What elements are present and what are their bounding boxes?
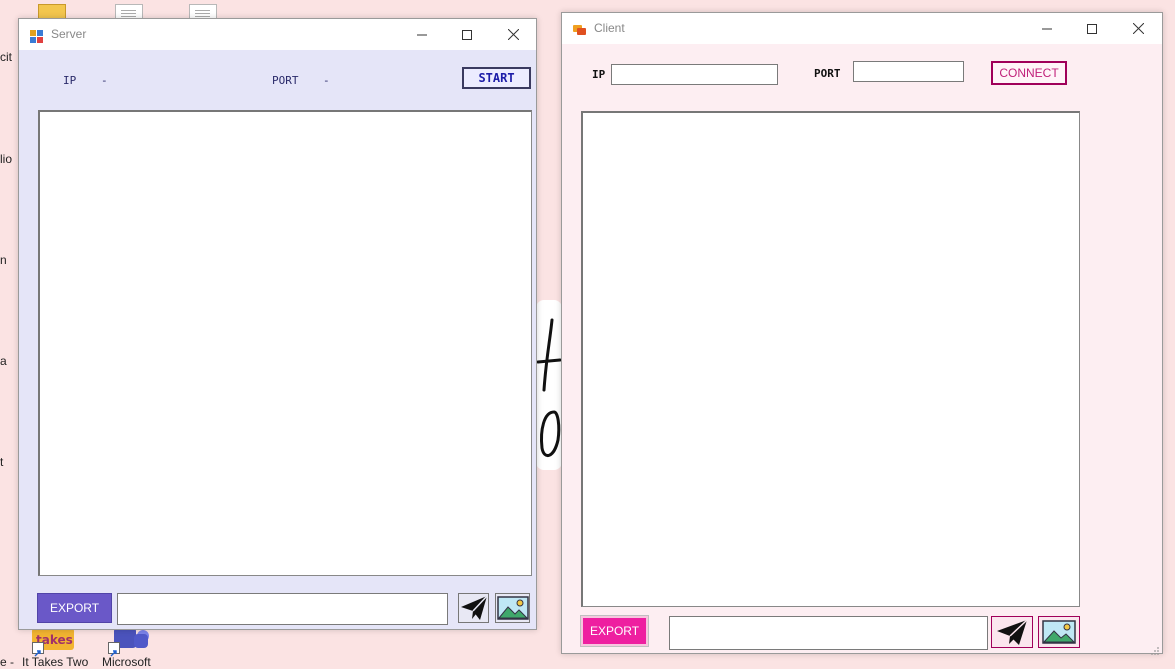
- desktop-edge-label[interactable]: lio: [0, 152, 12, 166]
- desktop-edge-label[interactable]: a: [0, 354, 7, 368]
- window-title: Client: [594, 21, 625, 35]
- message-input[interactable]: [117, 593, 448, 625]
- client-titlebar[interactable]: Client: [562, 13, 1162, 44]
- message-input[interactable]: [669, 616, 988, 650]
- port-label: PORT: [814, 67, 841, 80]
- image-button[interactable]: [495, 593, 530, 623]
- window-title: Server: [51, 27, 87, 41]
- wallpaper-fragment: [536, 300, 562, 470]
- port-label: PORT: [272, 74, 299, 87]
- message-log[interactable]: [38, 110, 532, 576]
- shortcut-arrow-icon: [32, 642, 44, 657]
- close-button[interactable]: [490, 19, 536, 50]
- ip-value: -: [101, 74, 108, 87]
- maximize-icon: [1087, 23, 1097, 34]
- ip-input[interactable]: [611, 64, 778, 85]
- port-input[interactable]: [853, 61, 964, 82]
- message-log[interactable]: [581, 111, 1080, 607]
- minimize-icon: [1042, 28, 1052, 29]
- paper-plane-icon: [460, 595, 488, 620]
- it-takes-two-shortcut[interactable]: takes It Takes Two: [22, 628, 88, 669]
- server-titlebar[interactable]: Server: [19, 19, 536, 50]
- close-button[interactable]: [1115, 13, 1161, 44]
- shortcut-arrow-icon: [108, 642, 120, 657]
- minimize-icon: [417, 34, 427, 35]
- maximize-icon: [462, 29, 472, 40]
- resize-grip-icon[interactable]: [1150, 641, 1160, 655]
- desktop-edge-label[interactable]: n: [0, 253, 7, 267]
- minimize-button[interactable]: [399, 19, 445, 50]
- connect-button[interactable]: CONNECT: [991, 61, 1067, 85]
- send-button[interactable]: [991, 616, 1033, 648]
- server-window: Server IP - PORT - START EXPORT: [18, 18, 537, 630]
- paper-plane-icon: [997, 619, 1028, 645]
- send-button[interactable]: [458, 593, 489, 623]
- server-app-icon: [30, 28, 44, 43]
- close-icon: [1132, 23, 1144, 34]
- export-button[interactable]: EXPORT: [37, 593, 112, 623]
- client-app-icon: [573, 22, 587, 35]
- port-value: -: [323, 74, 330, 87]
- close-icon: [507, 29, 519, 40]
- image-button[interactable]: [1038, 616, 1080, 648]
- minimize-button[interactable]: [1024, 13, 1070, 44]
- image-icon: [1042, 620, 1076, 644]
- maximize-button[interactable]: [1069, 13, 1115, 44]
- maximize-button[interactable]: [444, 19, 490, 50]
- desktop-edge-label[interactable]: cit: [0, 50, 12, 64]
- desktop-edge-label[interactable]: t: [0, 455, 3, 469]
- ip-label: IP: [592, 68, 606, 81]
- microsoft-shortcut[interactable]: Microsoft: [100, 628, 160, 669]
- client-window: Client IP PORT CONNECT EXPORT: [561, 12, 1163, 655]
- export-button[interactable]: EXPORT: [580, 615, 649, 647]
- start-button[interactable]: START: [462, 67, 531, 89]
- ip-label: IP: [63, 74, 77, 87]
- image-icon: [496, 596, 529, 620]
